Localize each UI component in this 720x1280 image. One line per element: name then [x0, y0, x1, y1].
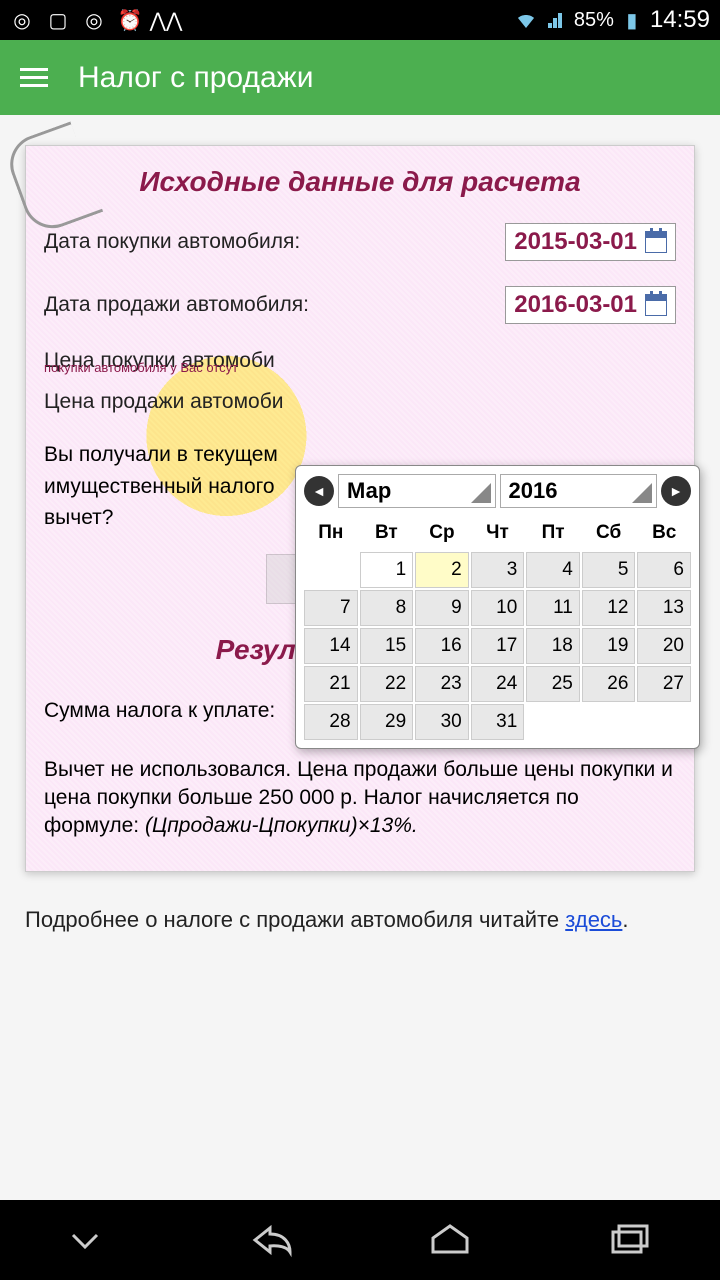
notification-icon: ◎ — [10, 8, 34, 32]
notification-icon-2: ◎ — [82, 8, 106, 32]
day-cell[interactable]: 13 — [637, 590, 691, 626]
recent-button[interactable] — [605, 1220, 655, 1260]
status-right: 85% ▮ 14:59 — [514, 6, 710, 34]
result-explain: Вычет не использовался. Цена продажи бол… — [44, 756, 676, 841]
day-cell[interactable]: 26 — [582, 666, 636, 702]
nav-bar — [0, 1200, 720, 1280]
source-data-title: Исходные данные для расчета — [44, 166, 676, 198]
dow-header: Сб — [582, 516, 636, 550]
day-cell[interactable]: 16 — [415, 628, 469, 664]
status-bar: ◎ ▢ ◎ ⏰ ⋀⋀ 85% ▮ 14:59 — [0, 0, 720, 40]
sale-price-label: Цена продажи автомоби — [44, 390, 676, 414]
menu-down-button[interactable] — [65, 1220, 105, 1260]
clock: 14:59 — [650, 6, 710, 34]
alarm-icon: ⏰ — [118, 8, 142, 32]
year-select[interactable]: 2016 — [500, 474, 658, 508]
purchase-date-value: 2015-03-01 — [514, 228, 637, 256]
day-cell[interactable]: 4 — [526, 552, 580, 588]
image-icon: ▢ — [46, 8, 70, 32]
dow-header: Чт — [471, 516, 525, 550]
purchase-date-label: Дата покупки автомобиля: — [44, 230, 505, 254]
day-cell[interactable]: 21 — [304, 666, 358, 702]
sale-date-value: 2016-03-01 — [514, 291, 637, 319]
day-cell[interactable]: 19 — [582, 628, 636, 664]
day-cell — [637, 704, 691, 740]
day-cell — [304, 552, 358, 588]
day-cell[interactable]: 20 — [637, 628, 691, 664]
prev-month-button[interactable]: ◄ — [304, 476, 334, 506]
day-cell[interactable]: 12 — [582, 590, 636, 626]
day-cell[interactable]: 24 — [471, 666, 525, 702]
day-cell[interactable]: 15 — [360, 628, 414, 664]
day-cell[interactable]: 2 — [415, 552, 469, 588]
day-cell[interactable]: 6 — [637, 552, 691, 588]
calendar-icon[interactable] — [645, 231, 667, 253]
day-cell[interactable]: 3 — [471, 552, 525, 588]
day-cell[interactable]: 30 — [415, 704, 469, 740]
day-cell[interactable]: 23 — [415, 666, 469, 702]
dow-header: Вт — [360, 516, 414, 550]
battery-text: 85% — [574, 9, 614, 32]
day-cell[interactable]: 5 — [582, 552, 636, 588]
menu-icon[interactable] — [20, 68, 48, 87]
dow-header: Пт — [526, 516, 580, 550]
next-month-button[interactable]: ► — [661, 476, 691, 506]
day-cell[interactable]: 28 — [304, 704, 358, 740]
day-cell[interactable]: 17 — [471, 628, 525, 664]
day-cell[interactable]: 11 — [526, 590, 580, 626]
more-info: Подробнее о налоге с продажи автомобиля … — [25, 907, 695, 933]
day-cell[interactable]: 27 — [637, 666, 691, 702]
signal-icon — [544, 8, 568, 32]
dow-header: Вс — [637, 516, 691, 550]
back-button[interactable] — [235, 1220, 295, 1260]
day-cell[interactable]: 8 — [360, 590, 414, 626]
android-icon: ⋀⋀ — [154, 8, 178, 32]
home-button[interactable] — [425, 1220, 475, 1260]
battery-icon: ▮ — [620, 8, 644, 32]
calendar-icon[interactable] — [645, 294, 667, 316]
dow-header: Ср — [415, 516, 469, 550]
day-cell — [526, 704, 580, 740]
sale-date-input[interactable]: 2016-03-01 — [505, 286, 676, 324]
day-cell[interactable]: 10 — [471, 590, 525, 626]
day-cell[interactable]: 7 — [304, 590, 358, 626]
status-left-icons: ◎ ▢ ◎ ⏰ ⋀⋀ — [10, 8, 178, 32]
day-cell[interactable]: 31 — [471, 704, 525, 740]
day-cell[interactable]: 22 — [360, 666, 414, 702]
wifi-icon — [514, 8, 538, 32]
sale-date-label: Дата продажи автомобиля: — [44, 293, 505, 317]
month-select[interactable]: Мар — [338, 474, 496, 508]
day-cell[interactable]: 18 — [526, 628, 580, 664]
page-title: Налог с продажи — [78, 61, 313, 95]
purchase-date-input[interactable]: 2015-03-01 — [505, 223, 676, 261]
day-cell[interactable]: 9 — [415, 590, 469, 626]
day-cell[interactable]: 14 — [304, 628, 358, 664]
more-link[interactable]: здесь — [565, 907, 622, 932]
day-cell[interactable]: 25 — [526, 666, 580, 702]
day-cell[interactable]: 29 — [360, 704, 414, 740]
dow-header: Пн — [304, 516, 358, 550]
day-cell — [582, 704, 636, 740]
day-cell[interactable]: 1 — [360, 552, 414, 588]
app-bar: Налог с продажи — [0, 40, 720, 115]
datepicker: ◄ Мар 2016 ► ПнВтСрЧтПтСбВс1234567891011… — [295, 465, 700, 749]
